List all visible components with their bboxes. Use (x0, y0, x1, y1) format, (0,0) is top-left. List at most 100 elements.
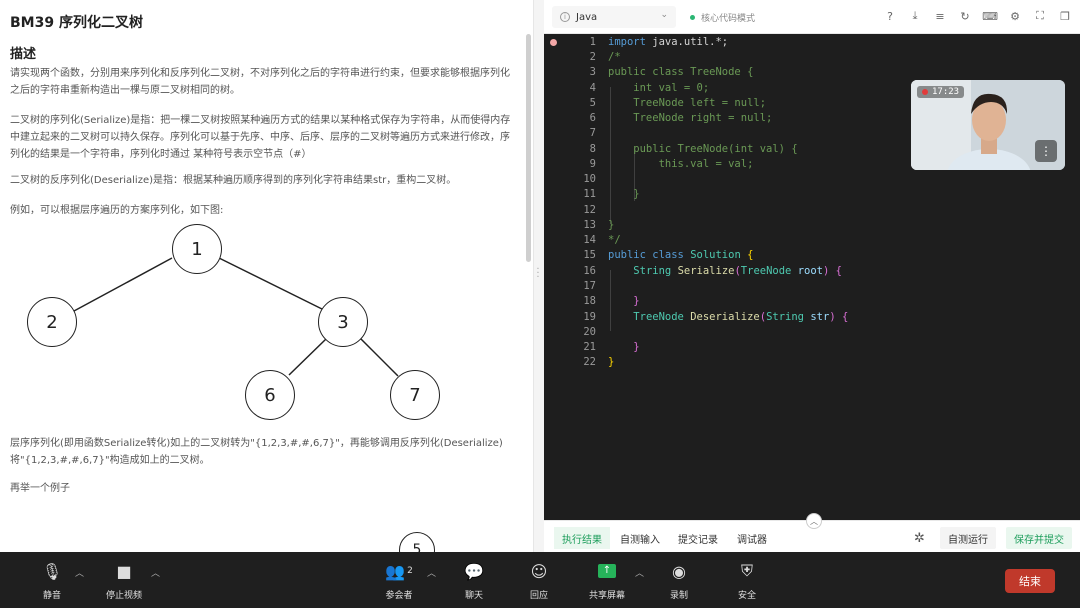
mode-indicator: 核心代码模式 (690, 11, 755, 24)
more-options-icon[interactable]: ⋮ (1035, 140, 1057, 162)
code-area[interactable]: 1 import java.util.*; 2/* 3 public class T… (544, 34, 1080, 520)
editor-toolbar: i Java ⌄ 核心代码模式 ? ⤓ ≡ ↻ ⌨ ⚙ ⛶ ❐ (544, 0, 1080, 34)
editor-tool-icons: ? ⤓ ≡ ↻ ⌨ ⚙ ⛶ ❐ (883, 9, 1072, 23)
format-icon[interactable]: ≡ (933, 9, 947, 23)
chat-button[interactable]: 💬 聊天 (444, 558, 504, 602)
help-icon[interactable]: ? (883, 9, 897, 23)
editor-bottom-bar: ︿ 执行结果 自测输入 提交记录 调试器 ✲ 自测运行 保存并提交 (544, 513, 1080, 552)
microphone-icon: 🎙 (41, 561, 63, 581)
tree-node-2: 2 (27, 297, 77, 347)
tab-run-result[interactable]: 执行结果 (554, 527, 610, 549)
code-line: 18 } (544, 294, 1080, 309)
download-icon[interactable]: ⤓ (908, 9, 922, 23)
line-number: 2 (589, 51, 596, 63)
security-label: 安全 (737, 591, 756, 601)
section-heading: 描述 (10, 47, 37, 62)
line-number: 6 (589, 112, 596, 124)
code-line: 17 (544, 279, 1080, 294)
line-number: 14 (583, 234, 596, 246)
keyboard-icon[interactable]: ⌨ (982, 9, 998, 23)
info-icon: i (560, 12, 570, 22)
problem-paragraph-6: 再举一个例子 (10, 483, 70, 494)
line-number: 13 (583, 219, 596, 231)
recording-dot-icon (922, 89, 928, 95)
timer-text: 17:23 (932, 87, 960, 97)
edge-3-7 (360, 338, 399, 377)
save-submit-button[interactable]: 保存并提交 (1006, 527, 1072, 549)
chat-bubble-icon: 💬 (464, 561, 484, 581)
smiley-icon: ☺ (530, 561, 548, 581)
shield-icon: ⛨ (740, 561, 753, 580)
line-number: 15 (583, 249, 596, 261)
line-number: 11 (583, 188, 596, 200)
problem-panel: BM39 序列化二叉树 描述 请实现两个函数，分别用来序列化和反序列化二叉树，不… (0, 0, 528, 552)
code-line: 3 public class TreeNode { (544, 65, 1080, 80)
tree-node-partial: 5 (399, 532, 435, 552)
line-number: 3 (589, 66, 596, 78)
line-number: 4 (589, 82, 596, 94)
security-button[interactable]: ⛨ 安全 (717, 558, 777, 601)
share-screen-icon: ↑ (577, 558, 637, 584)
code-line: 13} (544, 218, 1080, 233)
line-number: 5 (589, 97, 596, 109)
line-number: 16 (583, 265, 596, 277)
mode-label: 核心代码模式 (701, 14, 756, 24)
code-line: 11 } (544, 187, 1080, 202)
participants-button[interactable]: 👥 2 参会者 (369, 558, 429, 602)
problem-paragraph-4: 例如，可以根据层序遍历的方案序列化，如下图: (10, 205, 224, 216)
chevron-up-icon[interactable]: ︿ (151, 566, 160, 579)
chevron-up-icon[interactable]: ︿ (427, 566, 436, 579)
stop-video-label: 停止视频 (105, 591, 142, 601)
code-line: 1 import java.util.*; (544, 35, 1080, 50)
splitter-handle-icon[interactable]: · · · (535, 265, 541, 283)
language-select[interactable]: i Java ⌄ (552, 6, 676, 28)
tab-debugger[interactable]: 调试器 (729, 527, 775, 549)
problem-paragraph-1: 请实现两个函数，分别用来序列化和反序列化二叉树，不对序列化之后的字符串进行约束，… (10, 68, 510, 96)
reactions-label: 回应 (529, 591, 548, 601)
line-number: 1 (589, 36, 596, 48)
problem-title: BM39 序列化二叉树 (10, 15, 143, 31)
reset-icon[interactable]: ↻ (958, 9, 972, 23)
settings-icon[interactable]: ⚙ (1008, 9, 1022, 23)
stop-video-button[interactable]: ■ 停止视频 (94, 558, 154, 602)
share-screen-label: 共享屏幕 (588, 591, 625, 601)
tab-custom-input[interactable]: 自测输入 (612, 527, 668, 549)
share-screen-button[interactable]: ↑ 共享屏幕 (577, 558, 637, 601)
debug-bug-icon[interactable]: ✲ (906, 527, 933, 549)
code-line: 19 TreeNode Deserialize(String str) { (544, 310, 1080, 325)
tree-node-6: 6 (245, 370, 295, 420)
mute-label: 静音 (42, 591, 61, 601)
line-number: 19 (583, 311, 596, 323)
fullscreen-icon[interactable]: ⛶ (1033, 9, 1047, 23)
problem-scrollbar-thumb[interactable] (526, 34, 531, 262)
participants-icon: 👥 2 (385, 561, 413, 581)
problem-paragraph-2: 二叉树的序列化(Serialize)是指：把一棵二叉树按照某种遍历方式的结果以某… (10, 115, 511, 160)
language-value: Java (576, 11, 598, 23)
video-preview[interactable]: 17:23 ⋮ (911, 80, 1065, 170)
tree-node-1: 1 (172, 224, 222, 274)
reactions-button[interactable]: ☺ 回应 (509, 558, 569, 602)
end-meeting-button[interactable]: 结束 (1005, 569, 1055, 593)
code-line: 2/* (544, 50, 1080, 65)
meeting-toolbar: 🎙 静音 ︿ ■ 停止视频 ︿ 👥 2 参会者 ︿ 💬 聊天 ☺ 回应 ↑ 共享屏… (0, 552, 1080, 608)
edge-1-3 (218, 257, 323, 310)
recording-timer: 17:23 (917, 86, 965, 98)
line-number: 17 (583, 280, 596, 292)
copy-icon[interactable]: ❐ (1058, 9, 1072, 23)
chevron-up-icon[interactable]: ︿ (635, 566, 644, 579)
problem-paragraph-3: 二叉树的反序列化(Deserialize)是指：根据某种遍历顺序得到的序列化字符… (10, 175, 457, 186)
code-line: 12 (544, 203, 1080, 218)
code-line: 16 String Serialize(TreeNode root) { (544, 264, 1080, 279)
tab-submission-history[interactable]: 提交记录 (670, 527, 726, 549)
edge-1-2 (73, 257, 173, 312)
record-icon: ◉ (672, 561, 686, 581)
line-number: 10 (583, 173, 596, 185)
chevron-up-icon[interactable]: ︿ (806, 513, 822, 529)
code-line: 15 public class Solution { (544, 248, 1080, 263)
problem-paragraph-5: 层序序列化(即用函数Serialize转化)如上的二叉树转为"{1,2,3,#,… (10, 438, 503, 466)
code-line: 22} (544, 355, 1080, 370)
record-button[interactable]: ◉ 录制 (649, 558, 709, 602)
mute-button[interactable]: 🎙 静音 (22, 558, 82, 602)
self-test-button[interactable]: 自测运行 (940, 527, 996, 549)
chevron-up-icon[interactable]: ︿ (75, 566, 84, 579)
